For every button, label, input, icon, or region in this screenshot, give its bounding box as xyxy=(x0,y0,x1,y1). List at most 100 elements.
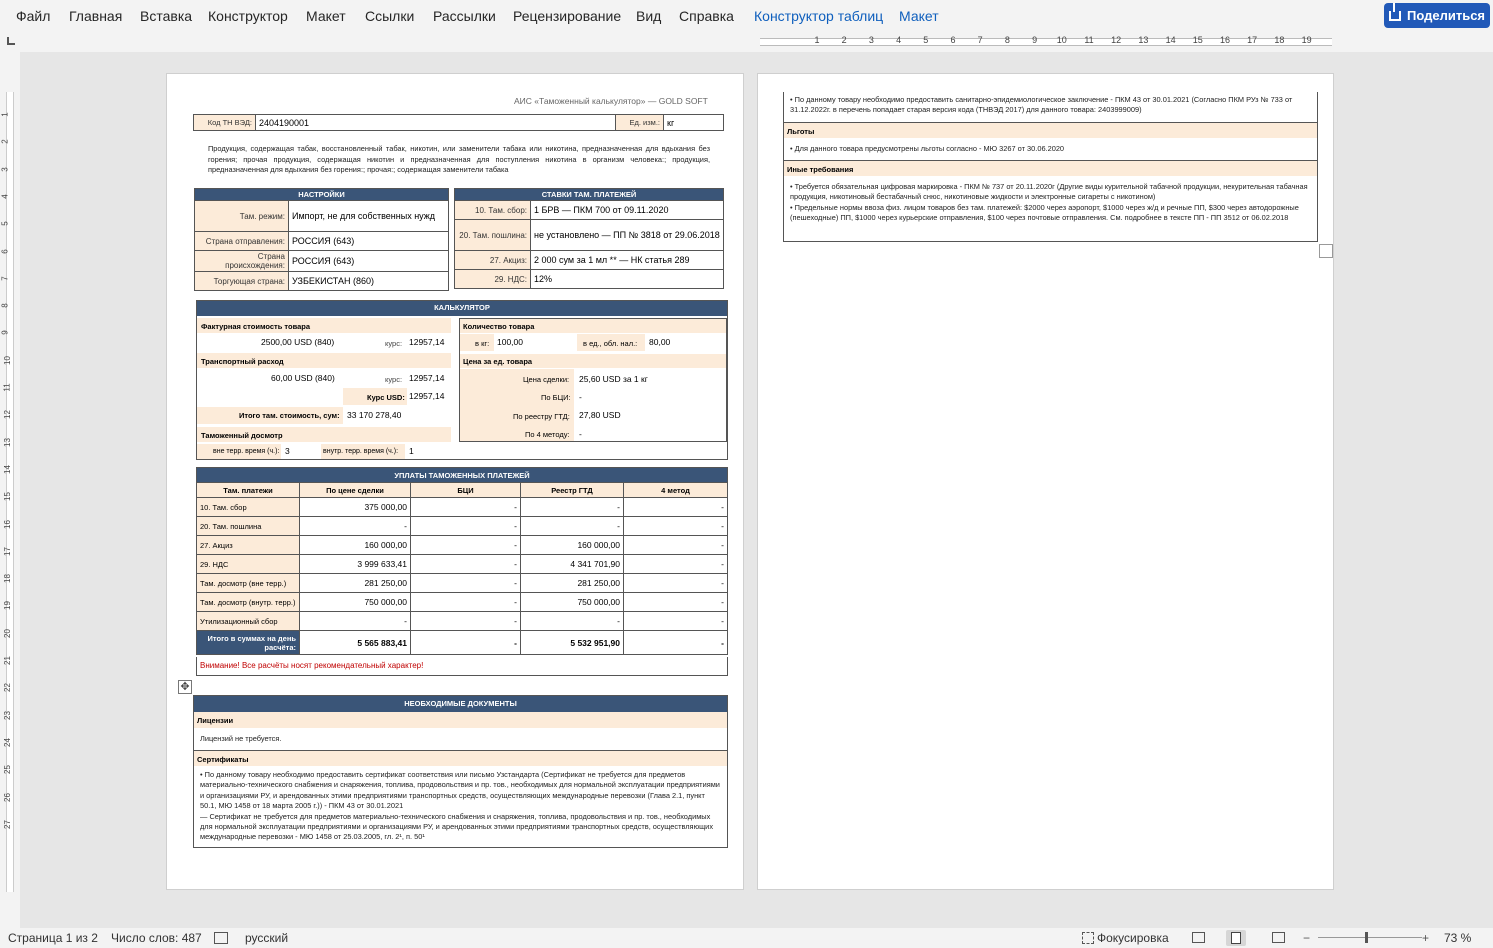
vertical-ruler[interactable]: 1 2 3 4 5 6 7 8 9 10 11 12 13 14 15 16 17 18 19 20 21 22 23 24 2… xyxy=(0,52,20,928)
documents-title: НЕОБХОДИМЫЕ ДОКУМЕНТЫ xyxy=(194,696,727,712)
focus-label[interactable]: Фокусировка xyxy=(1097,931,1169,945)
ruler-number: 27 xyxy=(2,819,12,829)
payment-value: - xyxy=(520,611,624,631)
web-layout-icon[interactable] xyxy=(1272,932,1285,943)
payment-value: - xyxy=(520,516,624,536)
calculator-title: КАЛЬКУЛЯТОР xyxy=(197,301,727,316)
ruler-number: 7 xyxy=(0,276,10,281)
payment-value: - xyxy=(623,554,728,574)
rates-table[interactable]: СТАВКИ ТАМ. ПЛАТЕЖЕЙ 10. Там. сбор: 1 БРВ… xyxy=(454,188,724,289)
menu-mailings[interactable]: Рассылки xyxy=(433,8,496,24)
payments-header: По цене сделки xyxy=(299,482,411,498)
other-label: Иные требования xyxy=(784,160,1317,176)
payment-value: - xyxy=(520,497,624,517)
settings-table[interactable]: НАСТРОЙКИ Там. режим: Импорт, не для собс… xyxy=(194,188,449,291)
payment-value: - xyxy=(299,611,411,631)
table-move-handle-icon[interactable]: ✥ xyxy=(178,680,192,694)
total-value[interactable]: 33 170 278,40 xyxy=(347,410,401,420)
product-description: Продукция, содержащая табак, восстановле… xyxy=(208,144,710,175)
payment-value: - xyxy=(410,516,521,536)
rates-label: 20. Там. пошлина: xyxy=(454,219,531,251)
menu-help[interactable]: Справка xyxy=(679,8,734,24)
licenses-text: Лицензий не требуется. xyxy=(200,734,282,743)
menu-table-design[interactable]: Конструктор таблиц xyxy=(754,8,883,24)
rates-value[interactable]: 1 БРВ — ПКМ 700 от 09.11.2020 xyxy=(530,200,724,220)
invoice-value[interactable]: 2500,00 USD (840) xyxy=(261,337,334,347)
deal-label: Цена сделки: xyxy=(523,375,570,384)
deal-value[interactable]: 25,60 USD за 1 кг xyxy=(579,374,648,384)
unit-qty-value[interactable]: 80,00 xyxy=(649,337,670,347)
transport-rate[interactable]: 12957,14 xyxy=(409,373,444,383)
rates-value[interactable]: не установлено — ПП № 3818 от 29.06.2018 xyxy=(530,219,724,251)
certs-text: • По данному товару необходимо предостав… xyxy=(200,770,720,842)
code-table[interactable]: Код ТН ВЭД: 2404190001 Ед. изм.: кг xyxy=(193,114,724,131)
proofing-icon[interactable] xyxy=(214,932,228,944)
payment-value: 281 250,00 xyxy=(299,573,411,593)
settings-value[interactable]: Импорт, не для собственных нужд xyxy=(288,200,449,232)
invoice-rate[interactable]: 12957,14 xyxy=(409,337,444,347)
settings-label: Страна отправления: xyxy=(194,231,289,251)
focus-icon[interactable] xyxy=(1082,932,1094,944)
page-count[interactable]: Страница 1 из 2 xyxy=(8,931,98,945)
rates-label: 10. Там. сбор: xyxy=(454,200,531,220)
menu-table-layout[interactable]: Макет xyxy=(899,8,939,24)
settings-label: Там. режим: xyxy=(194,200,289,232)
payments-row: Утилизационный сбор - - - - xyxy=(196,611,728,631)
share-button[interactable]: Поделиться xyxy=(1384,2,1490,28)
payments-header: БЦИ xyxy=(410,482,521,498)
certs-label: Сертификаты xyxy=(194,750,727,766)
read-mode-icon[interactable] xyxy=(1192,932,1205,943)
usd-rate[interactable]: 12957,14 xyxy=(409,391,444,401)
usd-rate-label: Курс USD: xyxy=(367,393,405,402)
ruler-number: 10 xyxy=(1056,35,1067,45)
menu-layout[interactable]: Макет xyxy=(306,8,346,24)
menu-home[interactable]: Главная xyxy=(69,8,122,24)
ruler-number: 14 xyxy=(2,464,12,474)
settings-value[interactable]: РОССИЯ (643) xyxy=(288,231,449,251)
kg-value[interactable]: 100,00 xyxy=(497,337,523,347)
zoom-slider-thumb[interactable] xyxy=(1365,932,1368,943)
payment-value: 750 000,00 xyxy=(520,592,624,612)
horizontal-ruler[interactable]: 1 2 3 4 5 6 7 8 9 10 11 12 13 14 15 16 17 18 19 xyxy=(0,32,1493,52)
menu-design[interactable]: Конструктор xyxy=(208,8,288,24)
code-value[interactable]: 2404190001 xyxy=(255,114,616,131)
payment-value: - xyxy=(410,497,521,517)
zoom-level[interactable]: 73 % xyxy=(1444,931,1471,945)
print-layout-icon xyxy=(1231,932,1241,944)
language-label[interactable]: русский xyxy=(245,931,288,945)
ruler-number: 23 xyxy=(2,710,12,720)
payments-total-value: 5 532 951,90 xyxy=(520,630,624,655)
payment-value: 160 000,00 xyxy=(520,535,624,555)
tab-stop-selector-icon[interactable] xyxy=(7,37,15,45)
documents-block[interactable]: НЕОБХОДИМЫЕ ДОКУМЕНТЫ Лицензии Лицензий … xyxy=(193,695,728,848)
rates-value[interactable]: 12% xyxy=(530,269,724,289)
table-resize-handle-icon[interactable] xyxy=(1319,244,1333,258)
menu-view[interactable]: Вид xyxy=(636,8,661,24)
settings-value[interactable]: УЗБЕКИСТАН (860) xyxy=(288,271,449,291)
zoom-slider[interactable] xyxy=(1318,937,1422,938)
gtd-value[interactable]: 27,80 USD xyxy=(579,410,621,420)
settings-value[interactable]: РОССИЯ (643) xyxy=(288,250,449,272)
word-count[interactable]: Число слов: 487 xyxy=(111,931,202,945)
zoom-out-icon[interactable]: − xyxy=(1303,931,1310,945)
payments-table[interactable]: УПЛАТЫ ТАМОЖЕННЫХ ПЛАТЕЖЕЙ Там. платежи … xyxy=(196,467,728,655)
page2-requirements[interactable]: • По данному товару необходимо предостав… xyxy=(783,92,1318,242)
insp-out-value[interactable]: 3 xyxy=(285,446,290,456)
zoom-in-icon[interactable]: + xyxy=(1422,931,1429,945)
calculator-block[interactable]: КАЛЬКУЛЯТОР Фактурная стоимость товара 2… xyxy=(196,300,728,460)
other-text: • Требуется обязательная цифровая маркир… xyxy=(790,182,1308,223)
print-layout-button[interactable] xyxy=(1226,930,1246,946)
menu-references[interactable]: Ссылки xyxy=(365,8,414,24)
menu-file[interactable]: Файл xyxy=(16,8,50,24)
insp-in-value[interactable]: 1 xyxy=(409,446,414,456)
rates-value[interactable]: 2 000 сум за 1 мл ** — НК статья 289 xyxy=(530,250,724,270)
ruler-number: 1 xyxy=(814,35,820,45)
menu-review[interactable]: Рецензирование xyxy=(513,8,621,24)
ruler-number: 5 xyxy=(923,35,929,45)
m4-value[interactable]: - xyxy=(579,429,582,439)
unit-value[interactable]: кг xyxy=(663,114,724,131)
transport-rate-label: курс: xyxy=(385,375,403,384)
transport-value[interactable]: 60,00 USD (840) xyxy=(271,373,335,383)
bci-value[interactable]: - xyxy=(579,392,582,402)
menu-insert[interactable]: Вставка xyxy=(140,8,192,24)
